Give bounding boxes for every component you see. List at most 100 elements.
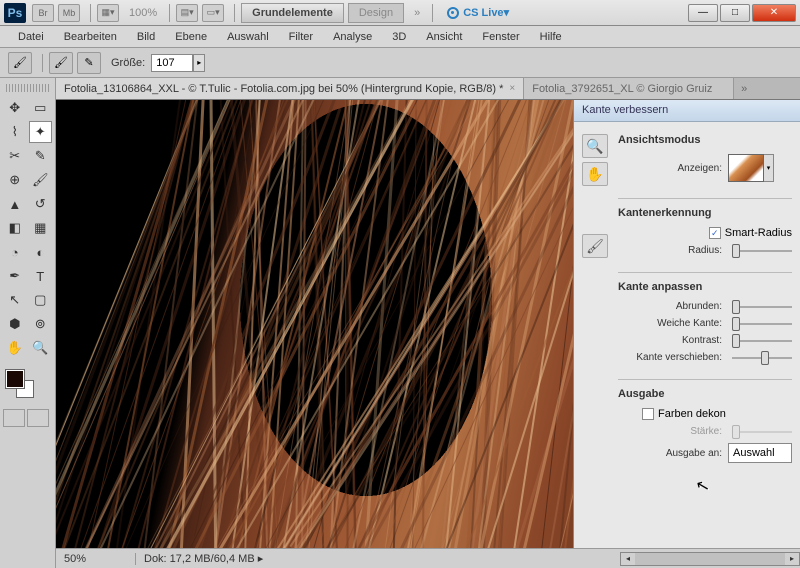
- output-select[interactable]: Auswahl: [728, 443, 792, 463]
- eyedropper-tool[interactable]: ✎: [29, 145, 53, 167]
- radius-label: Radius:: [618, 245, 722, 256]
- current-tool-icon[interactable]: 🖌: [8, 52, 32, 74]
- 3d-tool[interactable]: ⬢: [3, 313, 27, 335]
- bridge-button[interactable]: Br: [32, 4, 54, 22]
- camera-tool[interactable]: ⊚: [29, 313, 53, 335]
- smart-radius-label: Smart-Radius: [725, 227, 792, 239]
- decontaminate-label: Farben dekon: [658, 408, 726, 420]
- status-zoom[interactable]: 50%: [56, 553, 136, 565]
- size-input[interactable]: 107: [151, 54, 193, 72]
- gradient-tool[interactable]: ▦: [29, 217, 53, 239]
- marquee-tool[interactable]: ▭: [29, 97, 53, 119]
- menu-3d[interactable]: 3D: [382, 28, 416, 46]
- healing-tool[interactable]: ⊕: [3, 169, 27, 191]
- close-button[interactable]: ✕: [752, 4, 796, 22]
- zoom-icon[interactable]: 🔍: [582, 134, 608, 158]
- cursor-icon: ↖: [694, 475, 712, 498]
- stamp-tool[interactable]: ▲: [3, 193, 27, 215]
- title-bar: Ps Br Mb ▦▾ 100% ▤▾ ▭▾ Grundelemente Des…: [0, 0, 800, 26]
- menu-ansicht[interactable]: Ansicht: [416, 28, 472, 46]
- menu-analyse[interactable]: Analyse: [323, 28, 382, 46]
- view-thumbnail[interactable]: [728, 154, 764, 182]
- toolbox-grip[interactable]: [6, 84, 49, 92]
- eraser-tool[interactable]: ◧: [3, 217, 27, 239]
- zoom-tool[interactable]: 🔍: [29, 337, 53, 359]
- contrast-slider[interactable]: [732, 340, 792, 342]
- path-select-tool[interactable]: ↖: [3, 289, 27, 311]
- workspace-more[interactable]: »: [414, 7, 420, 19]
- size-label: Größe:: [111, 57, 145, 69]
- decontaminate-checkbox[interactable]: [642, 408, 654, 420]
- scroll-right-arrow[interactable]: ▸: [785, 553, 799, 565]
- radius-slider[interactable]: [732, 250, 792, 252]
- move-tool[interactable]: ✥: [3, 97, 27, 119]
- output-to-label: Ausgabe an:: [618, 448, 722, 459]
- screen-mode-button[interactable]: ▭▾: [202, 4, 224, 22]
- brush-tool[interactable]: 🖌: [29, 169, 53, 191]
- contrast-label: Kontrast:: [618, 335, 722, 346]
- smooth-label: Abrunden:: [618, 301, 722, 312]
- refine-brush-panel-icon[interactable]: 🖌: [582, 234, 608, 258]
- scroll-left-arrow[interactable]: ◂: [621, 553, 635, 565]
- type-tool[interactable]: T: [29, 265, 53, 287]
- history-brush-tool[interactable]: ↺: [29, 193, 53, 215]
- size-stepper[interactable]: ▸: [193, 54, 205, 72]
- shape-tool[interactable]: ▢: [29, 289, 53, 311]
- shift-edge-label: Kante verschieben:: [618, 352, 722, 363]
- workspace-essentials[interactable]: Grundelemente: [241, 3, 344, 23]
- tab-doc-2[interactable]: Fotolia_3792651_XL © Giorgio Gruiz: [524, 78, 734, 99]
- show-label: Anzeigen:: [618, 163, 722, 174]
- hand-icon[interactable]: ✋: [582, 162, 608, 186]
- cs-live-button[interactable]: CS Live ▾: [447, 6, 509, 19]
- minibridge-button[interactable]: Mb: [58, 4, 80, 22]
- feather-label: Weiche Kante:: [618, 318, 722, 329]
- shift-edge-slider[interactable]: [732, 357, 792, 359]
- pen-tool[interactable]: ✒: [3, 265, 27, 287]
- section-output: Ausgabe: [618, 388, 792, 400]
- feather-slider[interactable]: [732, 323, 792, 325]
- hand-tool[interactable]: ✋: [3, 337, 27, 359]
- refine-brush-icon[interactable]: 🖌: [49, 52, 73, 74]
- close-icon[interactable]: ×: [509, 83, 515, 94]
- minimize-button[interactable]: —: [688, 4, 718, 22]
- crop-tool[interactable]: ✂: [3, 145, 27, 167]
- view-dropdown[interactable]: ▾: [764, 154, 774, 182]
- blur-tool[interactable]: ◔: [3, 241, 27, 263]
- canvas[interactable]: Kante verbessern 🔍 ✋ 🖌 Ansichtsmodus Anz…: [56, 100, 800, 548]
- quick-select-tool[interactable]: ✦: [29, 121, 53, 143]
- menu-auswahl[interactable]: Auswahl: [217, 28, 279, 46]
- arrange-docs-button[interactable]: ▤▾: [176, 4, 198, 22]
- menu-bild[interactable]: Bild: [127, 28, 165, 46]
- horizontal-scrollbar[interactable]: ◂ ▸: [620, 552, 800, 566]
- refine-edge-panel: Kante verbessern 🔍 ✋ 🖌 Ansichtsmodus Anz…: [573, 100, 800, 548]
- status-doc-size[interactable]: Dok: 17,2 MB/60,4 MB ▸: [136, 552, 620, 565]
- panel-title[interactable]: Kante verbessern: [574, 100, 800, 122]
- view-extras-button[interactable]: ▦▾: [97, 4, 119, 22]
- maximize-button[interactable]: □: [720, 4, 750, 22]
- tabs-overflow[interactable]: »: [734, 78, 754, 99]
- menu-datei[interactable]: Datei: [8, 28, 54, 46]
- foreground-swatch[interactable]: [6, 370, 24, 388]
- workspace-design[interactable]: Design: [348, 3, 404, 23]
- menu-bar: Datei Bearbeiten Bild Ebene Auswahl Filt…: [0, 26, 800, 48]
- quickmask-mask[interactable]: [27, 409, 49, 427]
- color-swatches[interactable]: [2, 368, 53, 404]
- menu-ebene[interactable]: Ebene: [165, 28, 217, 46]
- menu-hilfe[interactable]: Hilfe: [530, 28, 572, 46]
- smooth-slider[interactable]: [732, 306, 792, 308]
- photoshop-logo-icon: Ps: [4, 3, 26, 23]
- amount-slider: [732, 431, 792, 433]
- dodge-tool[interactable]: ◐: [29, 241, 53, 263]
- tab-doc-1[interactable]: Fotolia_13106864_XXL - © T.Tulic - Fotol…: [56, 78, 524, 99]
- quickmask-standard[interactable]: [3, 409, 25, 427]
- document-tabs: Fotolia_13106864_XXL - © T.Tulic - Fotol…: [56, 78, 800, 100]
- smart-radius-checkbox[interactable]: ✓: [709, 227, 721, 239]
- menu-fenster[interactable]: Fenster: [472, 28, 529, 46]
- menu-filter[interactable]: Filter: [279, 28, 323, 46]
- options-bar: 🖌 🖌 ✎ Größe: 107 ▸: [0, 48, 800, 78]
- erase-brush-icon[interactable]: ✎: [77, 52, 101, 74]
- lasso-tool[interactable]: ⌇: [3, 121, 27, 143]
- menu-bearbeiten[interactable]: Bearbeiten: [54, 28, 127, 46]
- zoom-level[interactable]: 100%: [129, 7, 157, 19]
- section-adjust-edge: Kante anpassen: [618, 281, 792, 293]
